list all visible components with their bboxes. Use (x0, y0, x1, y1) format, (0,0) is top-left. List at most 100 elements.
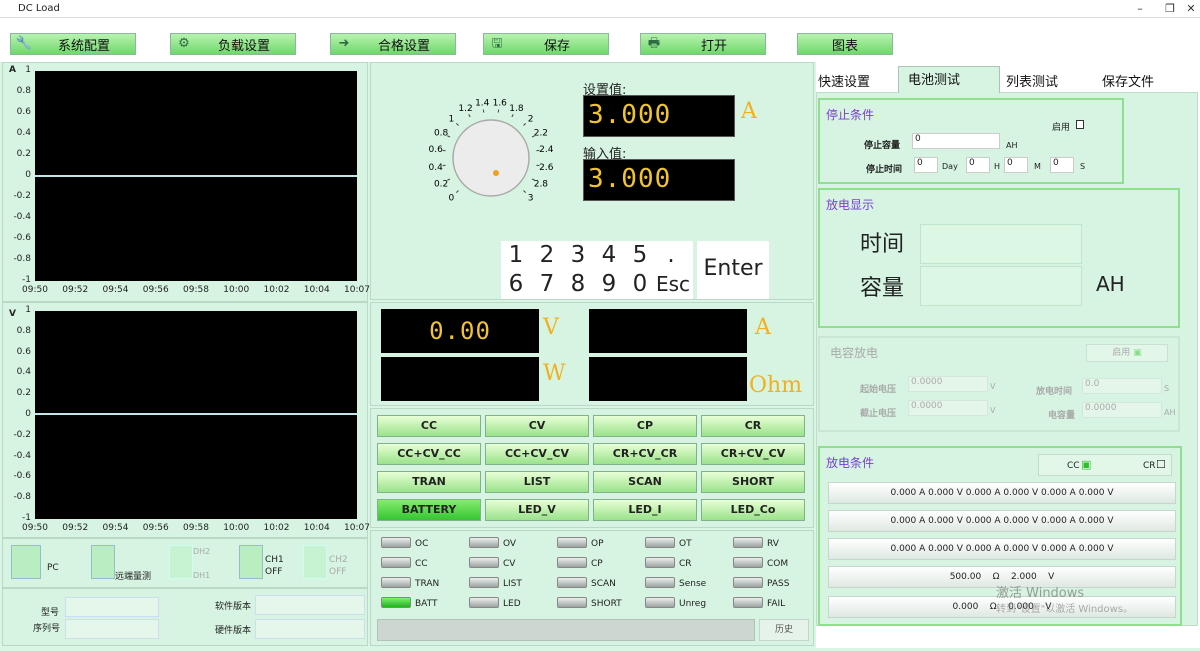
knob-tick-label: 2.6 (539, 163, 554, 173)
tab-list-test[interactable]: 列表测试 (1006, 71, 1058, 93)
ch2-indicator[interactable] (303, 545, 327, 579)
status-led-label: Sense (679, 579, 707, 589)
mode-button-cc[interactable]: CC (377, 415, 481, 437)
close-button[interactable]: ✕ (1182, 0, 1200, 18)
cc-radio-label: CC (1067, 461, 1080, 471)
keypad-key[interactable]: 2 (532, 241, 562, 269)
status-led-list (469, 577, 499, 588)
mode-button-cr-cv-cv[interactable]: CR+CV_CV (701, 443, 805, 465)
condition-row-2[interactable]: 0.000 A 0.000 V 0.000 A 0.000 V 0.000 A … (828, 510, 1176, 532)
tab-quick-settings[interactable]: 快速设置 (818, 71, 870, 93)
stop-capacity-input[interactable]: 0 (912, 133, 1000, 149)
remote-sense-label: 远端量测 (115, 572, 152, 582)
y-tick-label: 1 (25, 65, 31, 75)
system-config-button[interactable]: 🔧 系统配置 (10, 33, 136, 55)
keypad-key[interactable]: 7 (532, 270, 562, 298)
capacitor-discharge-title: 电容放电 (830, 346, 879, 360)
mode-button-cc-cv-cv[interactable]: CC+CV_CV (485, 443, 589, 465)
knob-tick-label: 1.6 (493, 99, 508, 109)
mode-button-tran[interactable]: TRAN (377, 471, 481, 493)
mode-button-cv[interactable]: CV (485, 415, 589, 437)
stop-hour-input[interactable]: 0 (966, 157, 990, 173)
start-voltage-input[interactable]: 0.0000 (908, 376, 988, 392)
keypad-key[interactable]: 9 (594, 270, 624, 298)
cr-radio-label: CR (1143, 461, 1156, 471)
knob-tick-label: 1.8 (509, 104, 524, 114)
mode-button-cr[interactable]: CR (701, 415, 805, 437)
condition-row-3[interactable]: 0.000 A 0.000 V 0.000 A 0.000 V 0.000 A … (828, 538, 1176, 560)
second-unit: S (1080, 162, 1086, 171)
mode-button-led-i[interactable]: LED_I (593, 499, 697, 521)
knob-tick-label: 1.4 (475, 99, 490, 109)
pass-settings-button[interactable]: ➜ 合格设置 (330, 33, 456, 55)
keypad-key[interactable]: 8 (563, 270, 593, 298)
cc-radio[interactable]: ▣ (1081, 458, 1091, 471)
ch1-indicator[interactable] (239, 545, 263, 579)
input-display[interactable]: 3.000 (583, 159, 735, 201)
software-version-value (255, 595, 365, 615)
keypad-key[interactable]: Esc (656, 270, 690, 298)
save-button[interactable]: 🖫 保存 (483, 33, 609, 55)
keypad-key[interactable]: 3 (563, 241, 593, 269)
stop-second-input[interactable]: 0 (1050, 157, 1074, 173)
discharge-time-input[interactable]: 0.0 (1082, 378, 1162, 394)
pc-indicator[interactable] (11, 545, 41, 579)
cr-radio[interactable]: ☐ (1156, 458, 1166, 471)
time-value (920, 224, 1082, 264)
capacitor-enable-toggle[interactable]: 启用 ▣ (1086, 344, 1168, 362)
status-led-label: BATT (415, 599, 438, 609)
tab-save-file[interactable]: 保存文件 (1102, 71, 1154, 93)
keypad-key[interactable]: 5 (625, 241, 655, 269)
mode-button-led-v[interactable]: LED_V (485, 499, 589, 521)
knob[interactable] (452, 119, 530, 197)
mode-button-cr-cv-cr[interactable]: CR+CV_CR (593, 443, 697, 465)
mode-button-short[interactable]: SHORT (701, 471, 805, 493)
keypad-key[interactable]: 4 (594, 241, 624, 269)
power-reading (381, 357, 539, 401)
mode-button-scan[interactable]: SCAN (593, 471, 697, 493)
keypad-key[interactable]: 0 (625, 270, 655, 298)
open-button[interactable]: 🖶 打开 (640, 33, 766, 55)
status-led-tran (381, 577, 411, 588)
knob-dial[interactable]: 00.2 0.4 0.6 0.811.21.4 1.61.8 22.2 2.4 2.6 2.83 (401, 83, 571, 213)
status-led-label: OP (591, 539, 604, 549)
y-tick-label: -1 (22, 275, 31, 285)
dh-indicator[interactable] (169, 545, 193, 579)
history-button[interactable]: 历史 (759, 619, 809, 641)
end-voltage-input[interactable]: 0.0000 (908, 400, 988, 416)
status-led-unreg (645, 597, 675, 608)
minimize-button[interactable]: – (1125, 0, 1155, 18)
setpoint-display: 3.000 (583, 95, 735, 137)
load-settings-button[interactable]: ⚙ 负载设置 (170, 33, 296, 55)
mode-button-cp[interactable]: CP (593, 415, 697, 437)
mode-button-led-co[interactable]: LED_Co (701, 499, 805, 521)
status-led-label: LIST (503, 579, 522, 589)
capacitance-input[interactable]: 0.0000 (1082, 402, 1162, 418)
condition-row-1[interactable]: 0.000 A 0.000 V 0.000 A 0.000 V 0.000 A … (828, 482, 1176, 504)
knob-tick-label: 0 (449, 194, 455, 204)
mode-button-battery[interactable]: BATTERY (377, 499, 481, 521)
stop-minute-input[interactable]: 0 (1004, 157, 1028, 173)
restore-button[interactable]: ❐ (1155, 0, 1185, 18)
keypad-key[interactable]: . (656, 241, 686, 269)
keypad-key[interactable]: 6 (501, 270, 531, 298)
stop-day-input[interactable]: 0 (914, 157, 938, 173)
numeric-keypad: 1 2 3 4 5. 6 7 8 9 0 Esc (501, 241, 693, 299)
status-led-ov (469, 537, 499, 548)
stop-enable-checkbox[interactable] (1076, 120, 1084, 129)
chart-button[interactable]: 图表 (797, 33, 893, 55)
knob-tick-mark (523, 122, 527, 126)
x-tick-label: 10:02 (263, 285, 290, 295)
status-led-pass (733, 577, 763, 588)
knob-tick-label: 2.8 (534, 179, 549, 189)
current-plot (35, 71, 357, 281)
status-led-cp (557, 557, 587, 568)
keypad-key[interactable]: 1 (501, 241, 531, 269)
enter-button[interactable]: Enter (697, 241, 769, 299)
stop-condition-title: 停止条件 (826, 108, 875, 122)
remote-sense-indicator[interactable] (91, 545, 115, 579)
mode-button-cc-cv-cc[interactable]: CC+CV_CC (377, 443, 481, 465)
tab-battery-test[interactable]: 电池测试 (908, 69, 960, 91)
y-tick-label: -0.4 (13, 212, 31, 222)
mode-button-list[interactable]: LIST (485, 471, 589, 493)
